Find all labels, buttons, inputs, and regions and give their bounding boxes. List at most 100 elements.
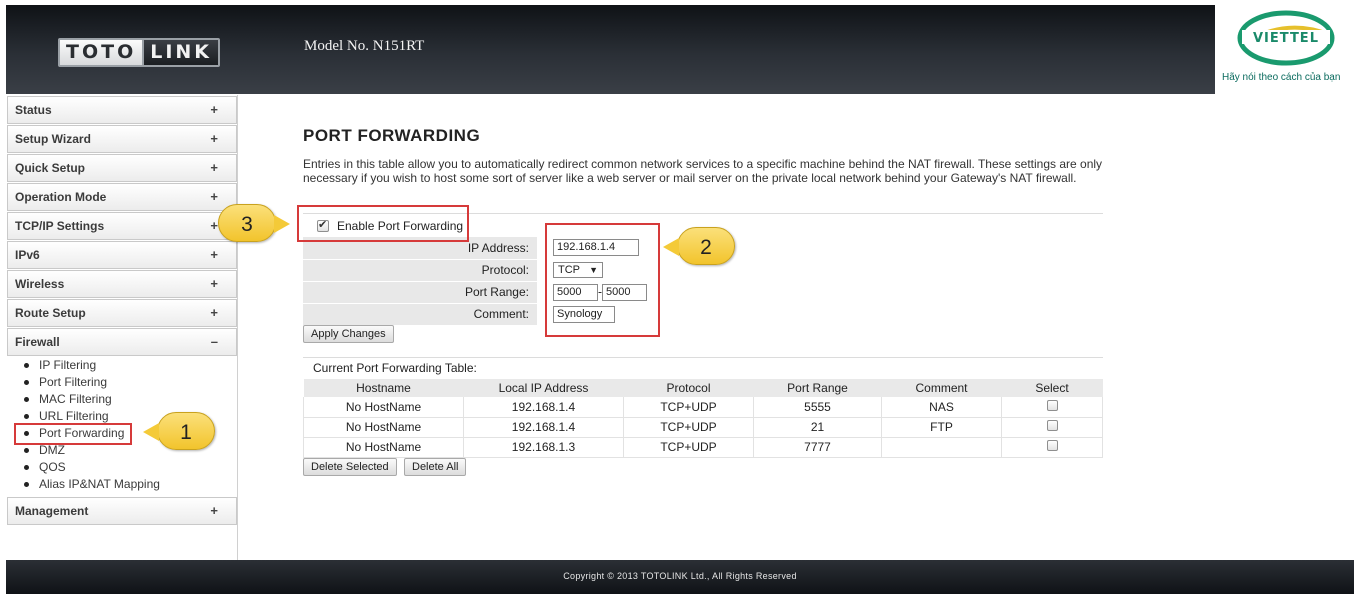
cell-hostname: No HostName <box>303 417 464 438</box>
expand-icon: + <box>210 189 218 204</box>
expand-icon: + <box>210 503 218 518</box>
main-content: PORT FORWARDING Entries in this table al… <box>238 95 1354 560</box>
sidebar-item-label: Operation Mode <box>15 190 107 204</box>
cell-select <box>1001 397 1103 418</box>
sidebar: Status + Setup Wizard + Quick Setup + Opera… <box>6 95 238 560</box>
cell-comment <box>881 437 1002 458</box>
delete-selected-button[interactable]: Delete Selected <box>303 458 397 476</box>
cell-local-ip: 192.168.1.4 <box>463 417 624 438</box>
comment-label: Comment: <box>303 303 537 326</box>
logo-text-link: LINK <box>142 40 219 65</box>
router-admin-page: TOTO LINK Model No. N151RT VIETTEL Hãy n… <box>0 0 1360 600</box>
cell-protocol: TCP+UDP <box>623 417 754 438</box>
header-bar: TOTO LINK Model No. N151RT <box>6 5 1215 94</box>
sidebar-item-route-setup[interactable]: Route Setup + <box>7 299 237 327</box>
cell-port-range: 7777 <box>753 437 882 458</box>
expand-icon: + <box>210 131 218 146</box>
col-hostname: Hostname <box>303 379 464 397</box>
sidebar-item-setup-wizard[interactable]: Setup Wizard + <box>7 125 237 153</box>
col-select: Select <box>1001 379 1103 397</box>
port-range-label: Port Range: <box>303 281 537 304</box>
brand-logo-wordmark: VIETTEL <box>1253 31 1319 46</box>
page-title: PORT FORWARDING <box>303 126 481 145</box>
cell-port-range: 21 <box>753 417 882 438</box>
cell-port-range: 5555 <box>753 397 882 418</box>
logo-text-toto: TOTO <box>60 40 143 65</box>
col-local-ip: Local IP Address <box>463 379 624 397</box>
sidebar-item-label: Setup Wizard <box>15 132 91 146</box>
callout-number: 3 <box>241 213 253 236</box>
page-description: Entries in this table allow you to autom… <box>303 157 1103 185</box>
callout-1: 1 <box>143 412 215 450</box>
cell-select <box>1001 437 1103 458</box>
table-row: No HostName 192.168.1.4 TCP+UDP 21 FTP <box>303 417 1103 438</box>
callout-pointer <box>143 423 159 441</box>
sidebar-item-firewall[interactable]: Firewall – <box>7 328 237 356</box>
row-select-checkbox[interactable] <box>1046 420 1058 431</box>
cell-protocol: TCP+UDP <box>623 397 754 418</box>
sidebar-item-operation-mode[interactable]: Operation Mode + <box>7 183 237 211</box>
submenu-ip-filtering[interactable]: IP Filtering <box>20 357 230 374</box>
apply-changes-button[interactable]: Apply Changes <box>303 325 394 343</box>
sidebar-item-label: IPv6 <box>15 248 40 262</box>
viettel-logo-icon: VIETTEL <box>1237 10 1335 66</box>
callout-number: 2 <box>700 236 712 259</box>
cell-hostname: No HostName <box>303 397 464 418</box>
table-row: No HostName 192.168.1.3 TCP+UDP 7777 <box>303 437 1103 458</box>
expand-icon: + <box>210 160 218 175</box>
sidebar-item-status[interactable]: Status + <box>7 96 237 124</box>
annotation-box-form-fields <box>545 223 660 337</box>
col-comment: Comment <box>881 379 1002 397</box>
brand-slogan: Hãy nói theo cách của bạn <box>1222 72 1341 83</box>
copyright-text: Copyright © 2013 TOTOLINK Ltd., All Righ… <box>563 571 797 581</box>
cell-comment: NAS <box>881 397 1002 418</box>
table-caption: Current Port Forwarding Table: <box>313 361 477 375</box>
table-header-row: Hostname Local IP Address Protocol Port … <box>303 379 1103 397</box>
port-forwarding-table: Hostname Local IP Address Protocol Port … <box>303 379 1103 458</box>
callout-pointer <box>274 215 290 233</box>
viettel-brand: VIETTEL Hãy nói theo cách của bạn <box>1216 0 1360 95</box>
divider <box>303 357 1103 358</box>
totolink-logo: TOTO LINK <box>58 38 221 67</box>
collapse-icon: – <box>210 334 218 349</box>
sidebar-item-management[interactable]: Management + <box>7 497 237 525</box>
annotation-box-enable <box>297 205 469 242</box>
sidebar-item-ipv6[interactable]: IPv6 + <box>7 241 237 269</box>
sidebar-item-label: TCP/IP Settings <box>15 219 105 233</box>
callout-2: 2 <box>663 227 735 265</box>
protocol-label: Protocol: <box>303 259 537 282</box>
row-select-checkbox[interactable] <box>1046 399 1058 411</box>
cell-local-ip: 192.168.1.3 <box>463 437 624 458</box>
cell-hostname: No HostName <box>303 437 464 458</box>
sidebar-item-quick-setup[interactable]: Quick Setup + <box>7 154 237 182</box>
row-select-checkbox[interactable] <box>1046 440 1058 451</box>
sidebar-item-label: Quick Setup <box>15 161 86 175</box>
col-protocol: Protocol <box>623 379 754 397</box>
cell-protocol: TCP+UDP <box>623 437 754 458</box>
callout-pointer <box>663 238 679 256</box>
submenu-mac-filtering[interactable]: MAC Filtering <box>20 391 230 408</box>
submenu-qos[interactable]: QOS <box>20 459 230 476</box>
cell-select <box>1001 417 1103 438</box>
expand-icon: + <box>210 102 218 117</box>
sidebar-item-label: Status <box>15 103 52 117</box>
sidebar-item-wireless[interactable]: Wireless + <box>7 270 237 298</box>
sidebar-item-label: Management <box>15 504 89 518</box>
sidebar-item-tcpip-settings[interactable]: TCP/IP Settings + <box>7 212 237 240</box>
submenu-alias-ip-nat-mapping[interactable]: Alias IP&NAT Mapping <box>20 476 230 493</box>
expand-icon: + <box>210 305 218 320</box>
sidebar-item-label: Route Setup <box>15 306 86 320</box>
expand-icon: + <box>210 276 218 291</box>
submenu-port-filtering[interactable]: Port Filtering <box>20 374 230 391</box>
expand-icon: + <box>210 247 218 262</box>
cell-local-ip: 192.168.1.4 <box>463 397 624 418</box>
expand-icon: + <box>210 218 218 233</box>
delete-all-button[interactable]: Delete All <box>404 458 467 476</box>
sidebar-item-label: Wireless <box>15 277 65 291</box>
model-number: Model No. N151RT <box>304 38 425 54</box>
cell-comment: FTP <box>881 417 1002 438</box>
col-port-range: Port Range <box>753 379 882 397</box>
callout-number: 1 <box>180 421 192 444</box>
footer: Copyright © 2013 TOTOLINK Ltd., All Righ… <box>6 560 1354 594</box>
callout-3: 3 <box>218 204 290 242</box>
